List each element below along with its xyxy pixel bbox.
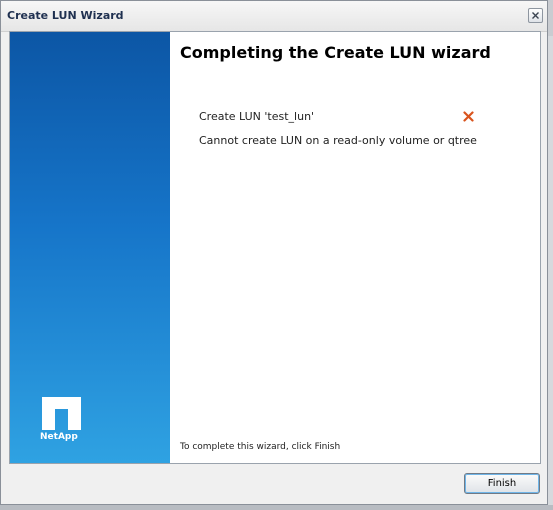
wizard-content: NetApp Completing the Create LUN wizard … xyxy=(9,31,541,464)
netapp-logo-icon xyxy=(42,397,81,430)
close-icon xyxy=(532,12,539,19)
task-row: Create LUN 'test_lun' xyxy=(199,110,489,126)
create-lun-wizard-dialog: Create LUN Wizard NetApp Completing the … xyxy=(0,0,548,505)
wizard-banner: NetApp xyxy=(10,32,170,463)
title-bar[interactable]: Create LUN Wizard xyxy=(1,1,547,32)
task-label: Create LUN 'test_lun' xyxy=(199,110,315,123)
background-scrollbar xyxy=(548,36,553,510)
page-title: Completing the Create LUN wizard xyxy=(180,43,491,62)
error-x-icon xyxy=(463,111,474,122)
close-button[interactable] xyxy=(528,8,543,23)
brand-name: NetApp xyxy=(40,432,78,442)
finish-button[interactable]: Finish xyxy=(464,473,540,494)
background-strip xyxy=(0,505,553,510)
error-message: Cannot create LUN on a read-only volume … xyxy=(199,134,477,147)
footer-instruction: To complete this wizard, click Finish xyxy=(180,442,341,452)
window-title: Create LUN Wizard xyxy=(7,9,124,22)
